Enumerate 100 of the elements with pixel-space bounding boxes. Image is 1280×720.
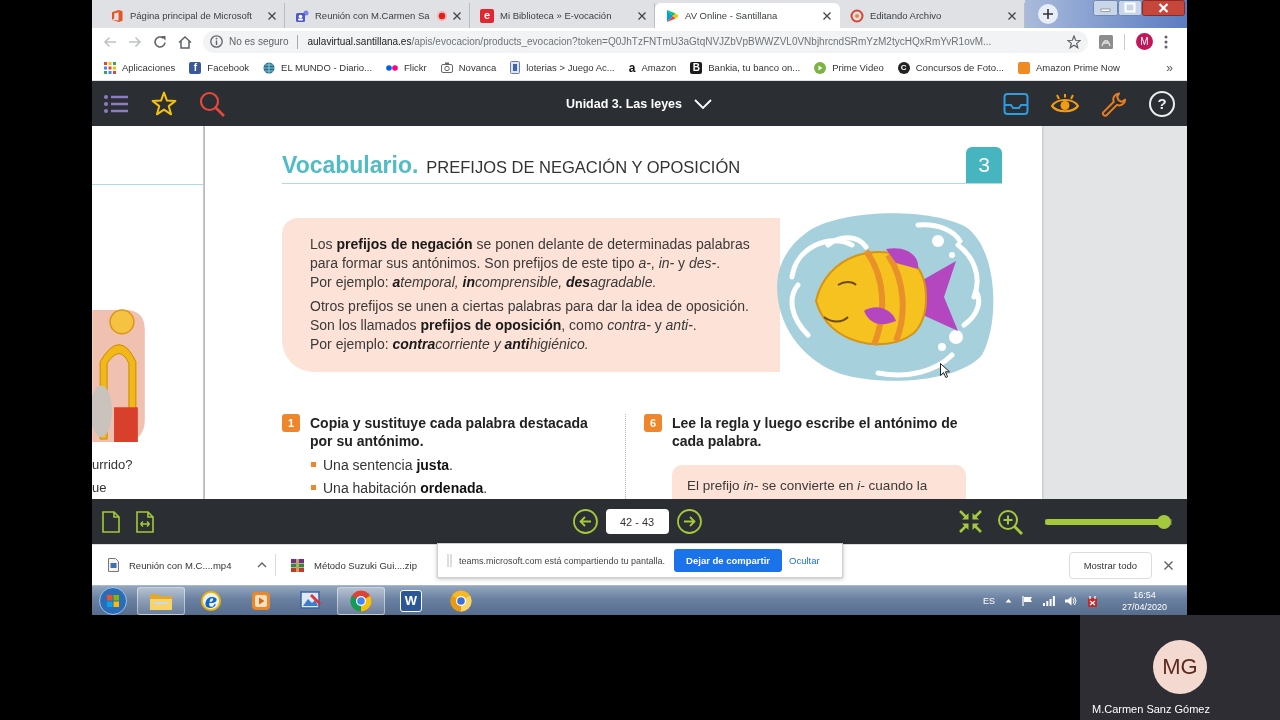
home-icon[interactable] [178, 34, 192, 49]
close-icon[interactable] [268, 11, 276, 20]
bookmark[interactable]: f Facebook [189, 61, 250, 74]
close-icon[interactable] [823, 11, 831, 20]
close-icon[interactable] [1164, 560, 1173, 570]
page-text: ue [92, 479, 108, 497]
exercise-number: 6 [644, 414, 662, 432]
start-orb-icon[interactable] [98, 586, 128, 615]
picture-icon [300, 590, 322, 611]
clock-time: 16:54 [1133, 589, 1156, 600]
browser-tab[interactable]: Reunión con M.Carmen Sa [285, 3, 470, 28]
star-icon[interactable] [151, 90, 177, 117]
bookmark[interactable]: a Amazon [628, 61, 677, 74]
close-icon[interactable] [1142, 0, 1185, 16]
camera-icon [440, 62, 453, 73]
browser-tab[interactable]: Página principal de Microsoft [100, 3, 285, 28]
people-logo-icon [295, 8, 309, 23]
bookmark[interactable]: Flickr [386, 62, 427, 73]
caret-up-icon[interactable] [257, 562, 267, 568]
eye-icon[interactable] [1051, 92, 1079, 115]
square-logo-icon [110, 8, 124, 23]
bookmark[interactable]: Amazon Prime Now [1017, 61, 1120, 74]
more-bookmarks-button[interactable]: » [1166, 60, 1173, 75]
taskbar-button[interactable]: W [387, 586, 435, 615]
url-text: aulavirtual.santillana.es/apis/evocacion/products_evocacion?token=Q0JhTzFNTmU3aGtqNVJZbVpBWWZVL0VNbjhrcndSRmYzM2tycHQxRmYvR1ovM... [307, 36, 993, 47]
bookmark[interactable]: Aplicaciones [104, 61, 176, 74]
info-text: Otros prefijos se unen a ciertas palabras para dar la idea de oposición. Son los llamados prefijos de oposición, como contra- y anti-. [310, 297, 750, 335]
more-icon[interactable] [1164, 34, 1168, 49]
next-page-icon[interactable] [676, 509, 702, 534]
hide-link[interactable]: Ocultar [789, 555, 820, 566]
letter-logo-icon: f [189, 61, 202, 74]
reload-icon[interactable] [153, 34, 167, 49]
slider-thumb[interactable] [1157, 514, 1172, 529]
sharing-message: teams.microsoft.com está compartiendo tu pantalla. [459, 555, 666, 566]
taskbar-button[interactable]: e [187, 586, 235, 615]
ring-logo-icon [850, 8, 864, 23]
exercise-prompt: Lee la regla y luego escribe el antónimo de cada palabra. [672, 414, 959, 450]
bookmark[interactable]: B Bankia, tu banco on... [690, 61, 801, 74]
plus-icon[interactable] [1038, 4, 1058, 24]
bookmark[interactable]: Novanca [440, 62, 497, 73]
section-title: Vocabulario. [282, 152, 419, 179]
page-text: urrido? [92, 456, 134, 474]
close-icon[interactable] [453, 11, 461, 20]
exercise-item: Una habitación ordenada. [323, 479, 488, 496]
search-icon[interactable] [199, 90, 225, 117]
play-logo-icon [665, 8, 679, 23]
circle-logo-icon [450, 589, 472, 612]
maximize-icon[interactable] [1118, 0, 1142, 16]
play-tile-icon [251, 590, 271, 611]
participant-name: M.Carmen Sanz Gómez [1092, 703, 1210, 715]
signal-icon[interactable] [1042, 595, 1055, 606]
error-icon[interactable] [1086, 594, 1098, 607]
page-title: PREFIJOS DE NEGACIÓN Y OPOSICIÓN [426, 157, 741, 177]
previous-page-icon[interactable] [572, 509, 598, 534]
star-icon[interactable] [1067, 34, 1081, 49]
help-button[interactable]: ? [1149, 90, 1175, 117]
exercise-prompt: Copia y sustituye cada palabra destacada por su antónimo. [310, 414, 589, 450]
close-icon[interactable] [1008, 11, 1016, 20]
page-icon[interactable] [102, 510, 120, 533]
caret-up-icon[interactable] [1004, 598, 1012, 603]
address-bar[interactable]: No es seguro aulavirtual.santillana.es/apis/evocacion/products_evocacion?token=Q0JhTzFNTmU3aGtqNVJZbVpBWWZVL0VNbjhrcndSRmYzM2tycHQxRmYvR1ovM... [203, 30, 1088, 53]
bullet-icon [311, 485, 316, 490]
rule-text: El prefijo in- se convierte en i- cuando la [687, 478, 928, 493]
wrench-icon[interactable] [1101, 90, 1127, 117]
archive-icon [291, 558, 304, 572]
grip-icon [447, 554, 452, 567]
browser-tab[interactable]: e Mi Biblioteca » E-vocación [470, 3, 655, 28]
bookmark[interactable]: C Concursos de Foto... [897, 61, 1004, 74]
download-item[interactable]: Reunión con M.C....mp4 [108, 558, 267, 572]
zoom-in-icon[interactable] [997, 508, 1023, 535]
bookmark[interactable]: EL MUNDO - Diario... [263, 61, 373, 74]
language-indicator[interactable]: ES [982, 595, 995, 606]
unit-selector[interactable]: Unidad 3. Las leyes [566, 96, 712, 111]
info-text: Por ejemplo: contracorriente y antihigiénico. [310, 335, 590, 354]
taskbar-button[interactable] [137, 586, 185, 615]
close-icon[interactable] [638, 11, 646, 20]
security-label: No es seguro [229, 36, 289, 47]
info-text: Por ejemplo: atemporal, incomprensible, desagradable. [310, 273, 658, 292]
taskbar-button[interactable] [337, 586, 385, 615]
shrink-icon[interactable] [958, 509, 983, 534]
bookmark[interactable]: loterias > Juego Ac... [510, 61, 615, 74]
flag-icon[interactable] [1021, 595, 1033, 606]
browser-tab[interactable]: AV Online - Santillana [655, 3, 840, 28]
bookmark[interactable]: Prime Video [814, 61, 884, 74]
fit-page-icon[interactable] [136, 510, 154, 533]
speaker-icon[interactable] [1064, 595, 1077, 606]
avatar-initials: MG [1153, 640, 1207, 694]
dots-icon [386, 64, 399, 71]
bullet-icon [311, 462, 316, 467]
letter-logo-icon: W [400, 589, 422, 612]
inbox-icon[interactable] [1003, 91, 1029, 116]
show-all-button[interactable]: Mostrar todo [1068, 551, 1152, 579]
page-number-field[interactable]: 42 - 43 [605, 509, 669, 534]
extension-icon[interactable] [1099, 34, 1113, 49]
info-text: Los prefijos de negación se ponen delante de determinadas palabras para formar sus antónimos. Son prefijos de este tipo a-, in- y des-. [310, 235, 751, 273]
stop-sharing-button[interactable]: Dejar de compartir [674, 549, 783, 572]
letter-logo-icon: e [201, 590, 221, 611]
download-item[interactable]: Método Suzuki Gui....zip [291, 558, 450, 572]
chevron-down-icon [694, 98, 712, 109]
profile-avatar[interactable]: M [1136, 33, 1153, 50]
